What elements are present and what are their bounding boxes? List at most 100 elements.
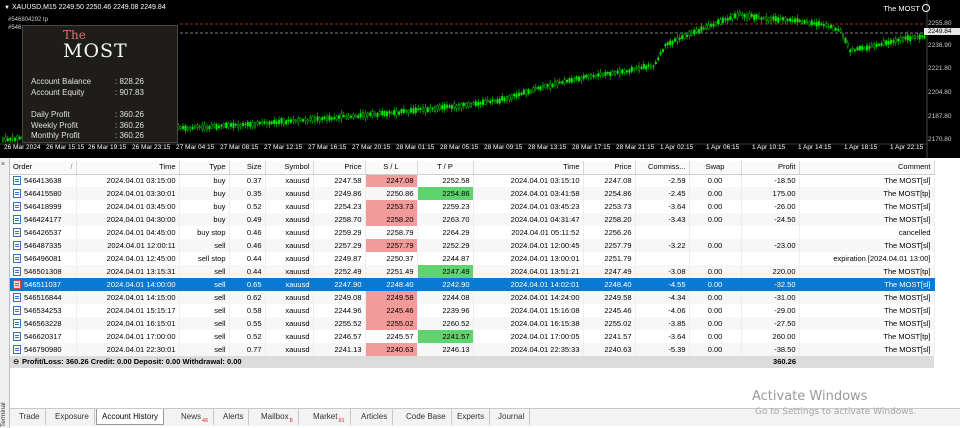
table-row[interactable]: 546487335 2024.04.01 12:00:11 sell 0.46 xauu… [10, 239, 935, 252]
panel-logo-most: MOST [63, 40, 128, 62]
candle-body [654, 61, 657, 64]
column-header-profit[interactable]: Profit [741, 161, 800, 175]
candle-body [186, 127, 189, 130]
tab-articles[interactable]: Articles [356, 409, 394, 425]
table-row[interactable]: 546534253 2024.04.01 15:15:17 sell 0.58 xauu… [10, 304, 935, 317]
cell-tp: 2239.96 [417, 304, 474, 317]
candle-body [203, 124, 206, 131]
candle-body [914, 35, 917, 39]
cell-symbol: xauusd [265, 343, 314, 356]
column-header-tp[interactable]: T / P [417, 161, 474, 175]
candle-body [897, 38, 900, 42]
candle-body [700, 26, 703, 32]
candle-body [234, 124, 237, 126]
candle-body [181, 125, 184, 130]
cell-close-time: 2024.04.01 03:41:58 [473, 187, 584, 200]
cell-close-time: 2024.04.01 13:00:01 [473, 252, 584, 265]
cell-order: 546415580 [10, 187, 77, 200]
candle-body [762, 17, 765, 20]
table-row[interactable]: 546790980 2024.04.01 22:30:01 sell 0.77 xauu… [10, 343, 935, 356]
tab-exposure[interactable]: Exposure [50, 409, 95, 425]
summary-row: ⊖ Profit/Loss: 360.26 Credit: 0.00 Deposi… [10, 356, 934, 368]
tab-trade[interactable]: Trade [14, 409, 46, 425]
candle-body [566, 79, 569, 83]
candle-body [578, 76, 581, 82]
time-axis-label: 28 Mar 09:15 [484, 144, 523, 151]
table-row[interactable]: 546413638 2024.04.01 03:15:00 buy 0.37 xauus… [10, 174, 935, 187]
candle-body [681, 35, 684, 39]
candle-body [635, 66, 638, 69]
candle-body [532, 87, 535, 93]
column-header-swap[interactable]: Swap [689, 161, 742, 175]
price-axis-label: 2221.80 [928, 65, 952, 72]
cell-commission: -5.39 [635, 343, 690, 356]
column-header-symbol[interactable]: Symbol [265, 161, 314, 175]
tab-account-history[interactable]: Account History [96, 409, 165, 425]
tab-experts[interactable]: Experts [452, 409, 491, 425]
close-icon[interactable]: × [1, 161, 5, 168]
candle-body [13, 137, 16, 141]
cell-comment: The MOST[sl] [799, 317, 935, 330]
tab-alerts[interactable]: Alerts [218, 409, 250, 425]
candle-body [453, 103, 456, 108]
tab-news[interactable]: News46 [176, 409, 215, 425]
column-header-size[interactable]: Size [229, 161, 266, 175]
column-header-commission[interactable]: Commiss... [635, 161, 690, 175]
column-header-close-time[interactable]: Time [473, 161, 584, 175]
cell-symbol: xauusd [265, 239, 314, 252]
column-header-comment[interactable]: Comment [799, 161, 935, 175]
cell-time: 2024.04.01 03:45:00 [76, 200, 180, 213]
order-document-icon [13, 175, 21, 185]
column-header-close-price[interactable]: Price [583, 161, 636, 175]
tab-journal[interactable]: Journal [493, 409, 531, 425]
candle-body [489, 100, 492, 104]
candle-body [467, 101, 470, 107]
tab-code-base[interactable]: Code Base [401, 409, 452, 425]
table-row[interactable]: 546424177 2024.04.01 04:30:00 buy 0.49 xauus… [10, 213, 935, 226]
cell-profit: -31.00 [741, 291, 800, 304]
cell-comment: The MOST[sl] [799, 200, 935, 213]
table-row[interactable]: 546563228 2024.04.01 16:15:01 sell 0.55 xauu… [10, 317, 935, 330]
candle-body [292, 119, 295, 122]
candle-body [273, 119, 276, 124]
column-header-order[interactable]: Order / [10, 161, 77, 175]
cell-commission: -3.22 [635, 239, 690, 252]
table-row[interactable]: 546496081 2024.04.01 12:45:00 sell stop 0.4… [10, 252, 935, 265]
table-row[interactable]: 546415580 2024.04.01 03:30:01 buy 0.35 xauus… [10, 187, 935, 200]
table-row[interactable]: 546501308 2024.04.01 13:15:31 sell 0.44 xauu… [10, 265, 935, 278]
table-row[interactable]: 546516844 2024.04.01 14:15:00 sell 0.62 xauu… [10, 291, 935, 304]
tab-mailbox[interactable]: Mailbox8 [256, 409, 299, 425]
price-chart[interactable]: ▼ XAUUSD,M15 2249.50 2250.46 2249.08 2249… [0, 0, 960, 158]
table-row[interactable]: 546426537 2024.04.01 04:45:00 buy stop 0.46… [10, 226, 935, 239]
candle-body [690, 32, 693, 36]
column-header-price[interactable]: Price [313, 161, 366, 175]
column-header-sl[interactable]: S / L [365, 161, 418, 175]
cell-symbol: xauusd [265, 291, 314, 304]
candle-body [510, 94, 513, 100]
collapse-icon[interactable]: ⊖ [13, 356, 19, 368]
column-header-time[interactable]: Time [76, 161, 180, 175]
row-value: : 360.26 [115, 110, 144, 119]
candle-body [698, 29, 701, 34]
column-header-type[interactable]: Type [179, 161, 230, 175]
cell-swap: 0.00 [689, 239, 742, 252]
cell-price: 2249.87 [313, 252, 366, 265]
candle-body [470, 103, 473, 108]
table-row[interactable]: 546418999 2024.04.01 03:45:00 buy 0.52 xauus… [10, 200, 935, 213]
table-row[interactable]: 546511037 2024.04.01 14:00:00 sell 0.65 xauu… [10, 278, 935, 291]
candle-body [798, 19, 801, 23]
candle-body [758, 15, 761, 19]
cell-close-price: 2241.57 [583, 330, 636, 343]
time-axis-label: 26 Mar 19:15 [88, 144, 127, 151]
time-axis-label: 26 Mar 23:15 [132, 144, 171, 151]
candle-body [791, 19, 794, 22]
cell-close-price: 2255.02 [583, 317, 636, 330]
tab-market[interactable]: Market91 [308, 409, 351, 425]
candle-body [285, 120, 288, 125]
cell-comment: expiration [2024.04.01 13:00] [799, 252, 935, 265]
expert-advisor-label[interactable]: The MOST [883, 4, 930, 13]
candle-body [9, 138, 12, 141]
table-row[interactable]: 546620317 2024.04.01 17:00:00 sell 0.52 xauu… [10, 330, 935, 343]
order-document-icon [13, 201, 21, 211]
candle-body [539, 86, 542, 91]
